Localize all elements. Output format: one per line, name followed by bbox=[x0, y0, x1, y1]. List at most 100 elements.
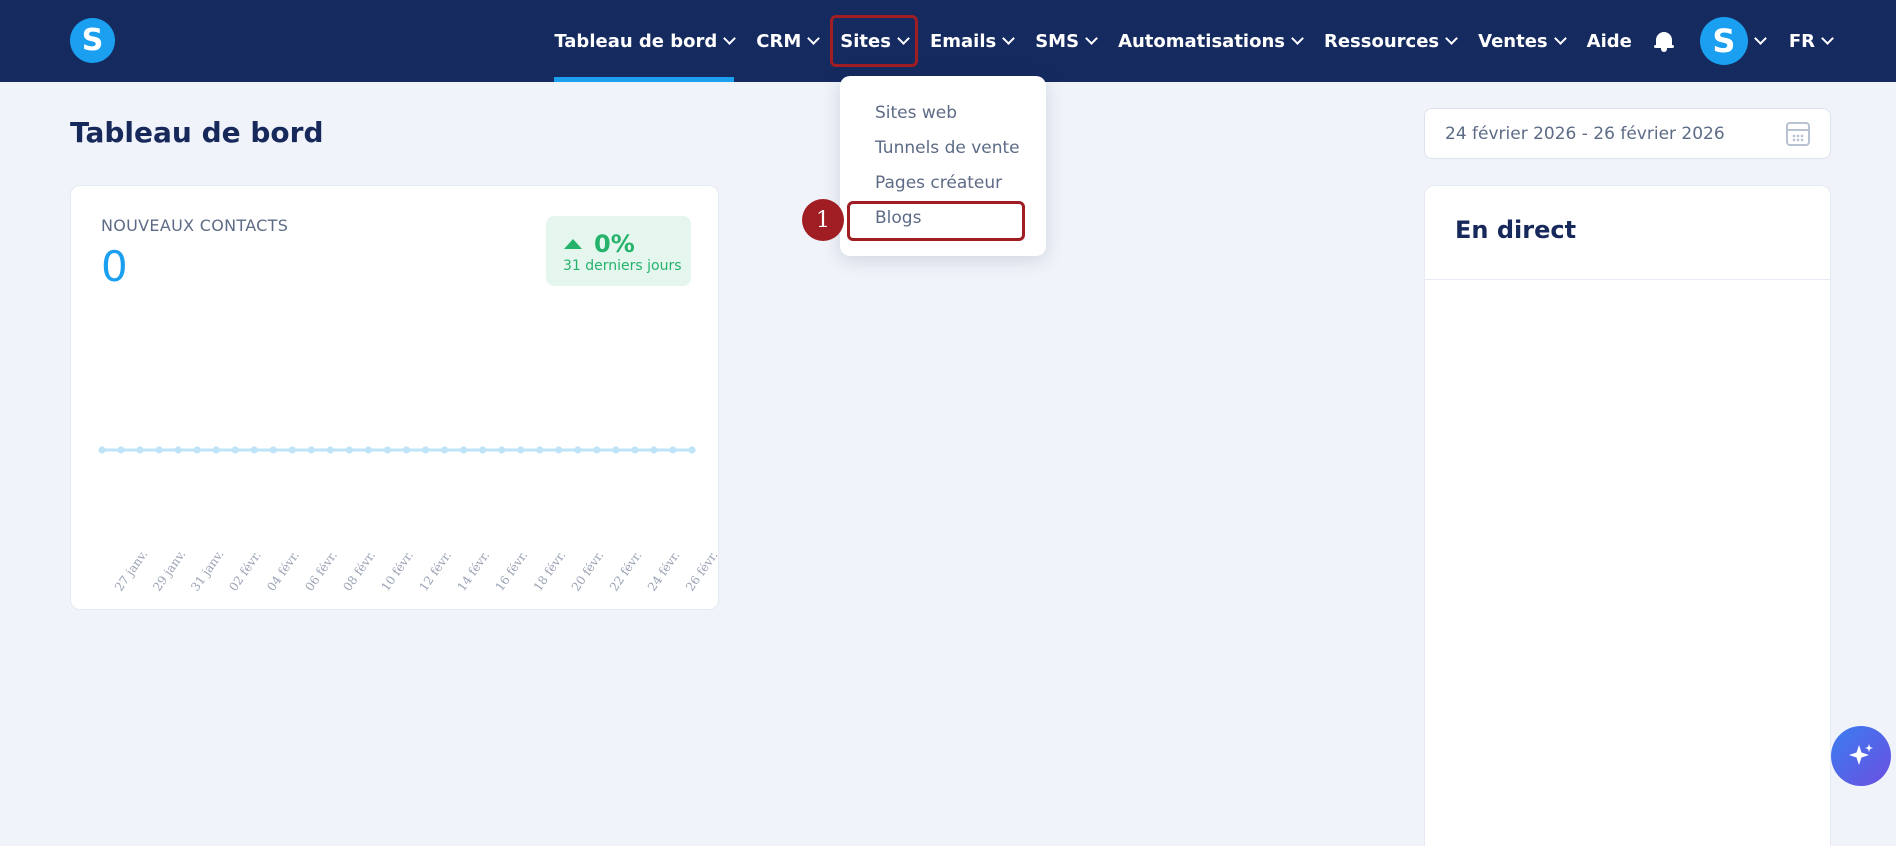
data-point bbox=[136, 446, 144, 454]
nav-sms[interactable]: SMS bbox=[1035, 0, 1098, 82]
data-point bbox=[479, 446, 487, 454]
chevron-down-icon bbox=[807, 32, 821, 45]
data-point bbox=[174, 446, 182, 454]
x-tick-label: 08 févr. bbox=[340, 548, 378, 593]
nav-emails[interactable]: Emails bbox=[929, 0, 1016, 82]
x-tick-label: 31 janv. bbox=[188, 547, 226, 593]
x-tick-label: 18 févr. bbox=[531, 548, 569, 593]
x-tick-label: 20 févr. bbox=[569, 548, 607, 593]
language-label: FR bbox=[1788, 30, 1815, 52]
data-point bbox=[498, 446, 506, 454]
ai-assistant-button[interactable] bbox=[1831, 726, 1891, 786]
language-selector[interactable]: FR bbox=[1788, 0, 1834, 82]
logo-letter: S bbox=[81, 23, 104, 58]
data-point bbox=[555, 446, 563, 454]
user-menu[interactable]: S bbox=[1699, 17, 1767, 65]
data-point bbox=[688, 446, 696, 454]
new-contacts-card: NOUVEAUX CONTACTS 0 0% 31 derniers jours… bbox=[70, 185, 720, 610]
nav-sales[interactable]: Ventes bbox=[1478, 0, 1567, 82]
menu-item-creator-pages[interactable]: Pages créateur bbox=[875, 173, 1002, 193]
data-point bbox=[326, 446, 334, 454]
data-point bbox=[155, 446, 163, 454]
chevron-down-icon bbox=[1085, 32, 1098, 45]
nav-emails-label: Emails bbox=[929, 30, 997, 52]
data-point bbox=[250, 446, 258, 454]
x-tick-label: 06 févr. bbox=[302, 548, 340, 593]
nav-dashboard[interactable]: Tableau de bord bbox=[554, 0, 737, 82]
data-point bbox=[460, 446, 468, 454]
nav-automations[interactable]: Automatisations bbox=[1118, 0, 1304, 82]
nav-help-label: Aide bbox=[1586, 30, 1632, 52]
chevron-down-icon bbox=[1753, 32, 1767, 45]
chevron-down-icon bbox=[723, 32, 737, 45]
x-tick-label: 26 févr. bbox=[683, 548, 720, 593]
data-point bbox=[593, 446, 601, 454]
data-point bbox=[517, 446, 525, 454]
avatar-letter: S bbox=[1712, 22, 1736, 60]
data-point bbox=[212, 446, 220, 454]
chevron-down-icon bbox=[1553, 32, 1567, 45]
x-tick-label: 29 janv. bbox=[150, 547, 188, 593]
menu-item-sales-funnels[interactable]: Tunnels de vente bbox=[875, 138, 1020, 158]
data-point bbox=[231, 446, 239, 454]
data-point bbox=[669, 446, 677, 454]
divider bbox=[1425, 279, 1830, 280]
x-tick-label: 12 févr. bbox=[417, 548, 455, 593]
chevron-down-icon bbox=[1291, 32, 1304, 45]
data-point bbox=[650, 446, 658, 454]
data-point bbox=[364, 446, 373, 454]
chevron-down-icon bbox=[1002, 32, 1016, 45]
nav-help[interactable]: Aide bbox=[1587, 0, 1632, 82]
sites-dropdown-menu: Sites web Tunnels de vente Pages créateu… bbox=[840, 76, 1046, 256]
sparkle-icon bbox=[1849, 744, 1873, 765]
live-panel: En direct bbox=[1424, 185, 1831, 846]
nav-sites[interactable]: Sites bbox=[830, 0, 918, 82]
data-point bbox=[536, 446, 544, 454]
x-tick-label: 02 févr. bbox=[226, 548, 264, 593]
date-range-picker[interactable]: 24 février 2026 - 26 février 2026 bbox=[1424, 108, 1831, 159]
calendar-icon bbox=[1786, 122, 1810, 146]
nav-crm-label: CRM bbox=[756, 30, 802, 52]
bell-icon[interactable] bbox=[1653, 30, 1674, 52]
x-tick-label: 22 févr. bbox=[607, 548, 645, 593]
data-point bbox=[117, 446, 125, 454]
avatar: S bbox=[1699, 17, 1748, 65]
contacts-line-chart: 27 janv. 29 janv. 31 janv. 02 févr. 04 févr.… bbox=[98, 446, 720, 594]
data-point bbox=[402, 446, 411, 454]
data-point bbox=[612, 446, 620, 454]
nav-sms-label: SMS bbox=[1035, 30, 1080, 52]
data-point bbox=[193, 446, 201, 454]
x-tick-label: 16 févr. bbox=[493, 548, 531, 593]
date-range-value: 24 février 2026 - 26 février 2026 bbox=[1445, 124, 1725, 144]
chevron-down-icon bbox=[1821, 32, 1834, 45]
live-panel-title: En direct bbox=[1455, 216, 1577, 244]
nav-resources[interactable]: Ressources bbox=[1323, 0, 1459, 82]
x-tick-label: 24 févr. bbox=[645, 548, 683, 593]
nav-sales-label: Ventes bbox=[1478, 30, 1548, 52]
nav-dashboard-label: Tableau de bord bbox=[554, 30, 718, 52]
x-tick-label: 27 janv. bbox=[112, 547, 150, 593]
data-point bbox=[269, 446, 277, 454]
page-title: Tableau de bord bbox=[70, 116, 324, 149]
main-nav: Tableau de bord CRM Sites Emails SMS Aut… bbox=[554, 0, 1834, 82]
x-tick-label: 14 févr. bbox=[455, 548, 493, 593]
data-point bbox=[440, 446, 449, 454]
data-point bbox=[421, 446, 430, 454]
data-point bbox=[98, 446, 106, 454]
data-point bbox=[574, 446, 582, 454]
nav-resources-label: Ressources bbox=[1323, 30, 1440, 52]
step-badge: 1 bbox=[802, 199, 844, 241]
data-point bbox=[288, 446, 296, 454]
x-tick-label: 10 févr. bbox=[378, 548, 416, 593]
nav-crm[interactable]: CRM bbox=[756, 0, 821, 82]
x-tick-label: 04 févr. bbox=[264, 548, 302, 593]
menu-item-websites[interactable]: Sites web bbox=[875, 103, 957, 123]
data-point bbox=[307, 446, 315, 454]
highlight-box bbox=[847, 201, 1025, 241]
nav-automations-label: Automatisations bbox=[1118, 30, 1285, 52]
data-point bbox=[631, 446, 639, 454]
data-point bbox=[383, 446, 392, 454]
app-logo[interactable]: S bbox=[70, 18, 115, 63]
chevron-down-icon bbox=[1445, 32, 1459, 45]
top-navigation-bar: S Tableau de bord CRM Sites Emails SMS A… bbox=[0, 0, 1896, 82]
